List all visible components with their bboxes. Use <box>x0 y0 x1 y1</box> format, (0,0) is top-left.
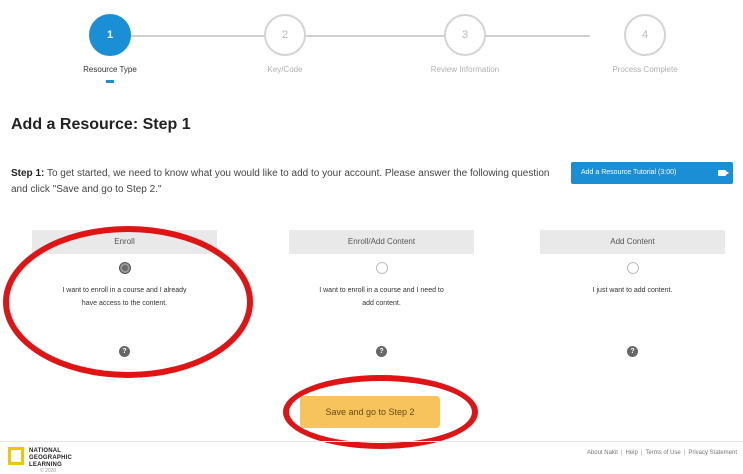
step-instructions-lead: Step 1: <box>11 168 45 179</box>
step-3: 3 Review Information <box>395 14 535 74</box>
option-enroll-add-content-header: Enroll/Add Content <box>289 230 474 254</box>
step-2-circle: 2 <box>264 14 306 56</box>
highlight-circle-enroll <box>3 226 253 378</box>
option-add-content[interactable]: Add Content I just want to add content. … <box>540 230 725 357</box>
footer-link-help[interactable]: Help <box>626 450 638 456</box>
national-geographic-logo: NATIONAL GEOGRAPHIC LEARNING <box>8 447 80 468</box>
option-add-content-radio[interactable] <box>626 262 639 274</box>
copyright: © 2020 <box>40 468 57 474</box>
option-enroll-add-content-description: I want to enroll in a course and I need … <box>319 287 444 307</box>
step-4-label: Process Complete <box>612 65 678 74</box>
step-1-circle: 1 <box>89 14 131 56</box>
footer-link-terms[interactable]: Terms of Use <box>645 450 680 456</box>
progress-stepper: 1 Resource Type 2 Key/Code 3 Review Info… <box>0 14 743 104</box>
page-title: Add a Resource: Step 1 <box>11 116 191 133</box>
step-3-circle: 3 <box>444 14 486 56</box>
footer-divider <box>0 441 743 442</box>
step-1-label: Resource Type <box>83 65 137 74</box>
tutorial-video-button[interactable]: Add a Resource Tutorial (3:00) <box>571 162 733 184</box>
step-2-label: Key/Code <box>267 65 303 74</box>
active-step-marker <box>106 80 114 83</box>
option-add-content-header: Add Content <box>540 230 725 254</box>
step-1: 1 Resource Type <box>40 14 180 83</box>
yellow-border-icon <box>8 447 24 465</box>
step-instructions: Step 1: To get started, we need to know … <box>11 166 551 198</box>
step-instructions-text: To get started, we need to know what you… <box>11 168 550 195</box>
help-icon[interactable]: ? <box>376 346 387 357</box>
footer-separator: | <box>620 450 623 456</box>
step-4-circle: 4 <box>624 14 666 56</box>
footer-link-about[interactable]: About Nakit <box>587 450 618 456</box>
option-enroll-add-content[interactable]: Enroll/Add Content I want to enroll in a… <box>289 230 474 357</box>
highlight-circle-save <box>283 375 478 449</box>
video-camera-icon <box>718 170 729 176</box>
step-4: 4 Process Complete <box>575 14 715 74</box>
option-add-content-description: I just want to add content. <box>592 287 673 294</box>
step-2: 2 Key/Code <box>215 14 355 74</box>
option-enroll-add-content-radio[interactable] <box>375 262 388 274</box>
help-icon[interactable]: ? <box>627 346 638 357</box>
step-3-label: Review Information <box>430 65 500 74</box>
logo-text: NATIONAL GEOGRAPHIC LEARNING <box>29 448 73 468</box>
tutorial-video-button-label: Add a Resource Tutorial (3:00) <box>581 169 677 176</box>
footer-link-privacy[interactable]: Privacy Statement <box>688 450 737 456</box>
footer-links: About Nakit | Help | Terms of Use | Privacy St… <box>587 450 737 456</box>
